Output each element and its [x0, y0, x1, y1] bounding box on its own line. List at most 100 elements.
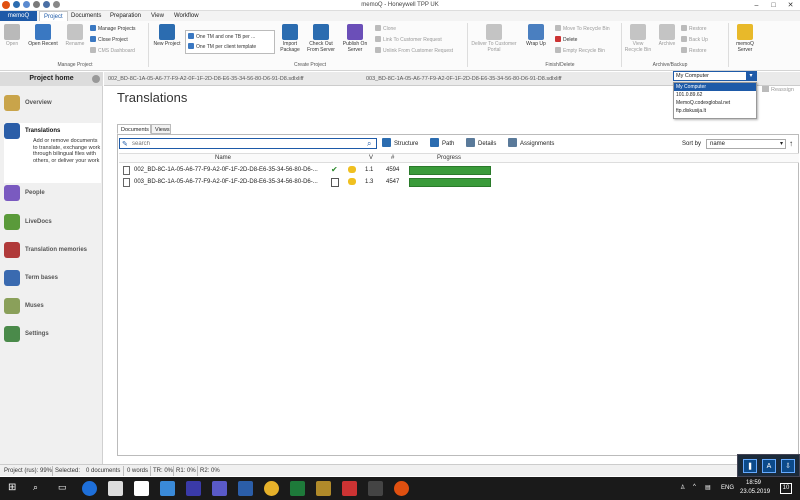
- wrap-up-button[interactable]: Wrap Up: [522, 24, 550, 47]
- search-icon[interactable]: ⌕: [367, 139, 371, 149]
- tab-memoq[interactable]: memoQ: [0, 11, 37, 21]
- unlink-customer-button[interactable]: Unlink From Customer Request: [375, 47, 453, 54]
- server-select[interactable]: My Computer ▾: [673, 71, 757, 81]
- details-button[interactable]: Details: [466, 138, 496, 149]
- path-button[interactable]: Path: [430, 138, 454, 149]
- template-one-tm-client[interactable]: One TM per client template: [188, 43, 256, 50]
- sort-direction-icon[interactable]: ↑: [789, 139, 793, 148]
- store-icon[interactable]: [108, 481, 123, 496]
- sidebar-item-livedocs[interactable]: LiveDocs: [4, 214, 101, 232]
- sidebar-item-overview[interactable]: Overview: [4, 95, 101, 113]
- view-recycle-button[interactable]: View Recycle Bin: [624, 24, 652, 53]
- input-language[interactable]: ENG: [721, 485, 734, 491]
- mail-icon[interactable]: [134, 481, 149, 496]
- delete-button[interactable]: Delete: [555, 36, 577, 43]
- minimize-button[interactable]: –: [748, 0, 765, 11]
- sidebar-item-muses[interactable]: Muses: [4, 298, 101, 316]
- table-row[interactable]: 002_BD-8C-1A-05-A6-77-F9-A2-0F-1F-2D-D8-…: [119, 165, 799, 177]
- app-icon[interactable]: [316, 481, 331, 496]
- task-view-icon[interactable]: ▭: [58, 482, 67, 493]
- sidebar-item-translations[interactable]: Translations Add or remove documents to …: [4, 123, 101, 183]
- link-customer-button[interactable]: Link To Customer Request: [375, 36, 442, 43]
- sidebar-item-translation-memories[interactable]: Translation memories: [4, 242, 101, 260]
- chrome-icon[interactable]: [264, 481, 279, 496]
- app-icon[interactable]: [186, 481, 201, 496]
- server-option[interactable]: ftp.diskusija.lt: [674, 107, 756, 115]
- sidebar-item-settings[interactable]: Settings: [4, 326, 101, 344]
- comment-icon[interactable]: [348, 166, 356, 173]
- app-icon[interactable]: [212, 481, 227, 496]
- server-option[interactable]: 101.0.89.62: [674, 91, 756, 99]
- open-button[interactable]: Open: [3, 24, 21, 47]
- tab-project[interactable]: Project: [39, 11, 68, 21]
- template-gallery[interactable]: One TM and one TB per ... One TM per cli…: [185, 30, 275, 54]
- tab-preparation[interactable]: Preparation: [106, 11, 145, 21]
- notification-icon[interactable]: 10: [780, 483, 792, 494]
- search-input[interactable]: [132, 140, 362, 148]
- col-progress[interactable]: Progress: [437, 155, 461, 161]
- manage-projects-button[interactable]: Manage Projects: [90, 25, 136, 32]
- template-one-tm-tb[interactable]: One TM and one TB per ...: [188, 33, 255, 40]
- import-package-button[interactable]: Import Package: [279, 24, 301, 53]
- sort-by-select[interactable]: name ▾: [706, 139, 786, 149]
- pin-icon[interactable]: [92, 75, 100, 83]
- tray-chevron-icon[interactable]: ^: [693, 484, 696, 490]
- info-icon[interactable]: ❚: [743, 459, 757, 473]
- server-option[interactable]: My Computer: [674, 83, 756, 91]
- app-icon[interactable]: [368, 481, 383, 496]
- acrobat-icon[interactable]: [342, 481, 357, 496]
- tab-views[interactable]: Views: [151, 124, 171, 134]
- translations-icon: [4, 123, 20, 139]
- clone-button[interactable]: Clone: [375, 25, 396, 32]
- word-icon[interactable]: [238, 481, 253, 496]
- col-name[interactable]: Name: [215, 155, 231, 161]
- publish-button[interactable]: Publish On Server: [340, 24, 370, 53]
- backup-button[interactable]: Back Up: [681, 36, 708, 43]
- archive-button[interactable]: Archive: [655, 24, 679, 47]
- tab-documents-list[interactable]: Documents: [117, 124, 151, 134]
- maximize-button[interactable]: □: [765, 0, 782, 11]
- clock-date[interactable]: 23.05.2019: [740, 489, 770, 495]
- reassign-button[interactable]: Reassign: [762, 86, 794, 93]
- cms-dashboard-button[interactable]: CMS Dashboard: [90, 47, 135, 54]
- windows-start-icon[interactable]: ⊞: [8, 482, 16, 493]
- close-project-button[interactable]: Close Project: [90, 36, 128, 43]
- restore-backup-button[interactable]: Restore: [681, 47, 707, 54]
- tab-workflow[interactable]: Workflow: [170, 11, 203, 21]
- excel-icon[interactable]: [290, 481, 305, 496]
- col-number[interactable]: #: [391, 155, 394, 161]
- tab-documents[interactable]: Documents: [67, 11, 105, 21]
- download-icon[interactable]: ⇩: [781, 459, 795, 473]
- clock-time[interactable]: 18:59: [746, 480, 761, 486]
- edge-icon[interactable]: [82, 481, 97, 496]
- network-icon[interactable]: ▤: [705, 484, 711, 491]
- memoq-taskbar-icon[interactable]: [394, 481, 409, 496]
- doc-tab-002[interactable]: 002_BD-8C-1A-05-A6-77-F9-A2-0F-1F-2D-D8-…: [104, 74, 308, 85]
- doc-tab-003[interactable]: 003_BD-8C-1A-05-A6-77-F9-A2-0F-1F-2D-D8-…: [362, 74, 566, 85]
- outlook-icon[interactable]: [160, 481, 175, 496]
- open-recent-button[interactable]: Open Recent: [24, 24, 62, 47]
- check-out-button[interactable]: Check Out From Server: [304, 24, 338, 53]
- tab-view[interactable]: View: [147, 11, 168, 21]
- rename-button[interactable]: Rename: [63, 24, 87, 47]
- empty-recycle-button[interactable]: Empty Recycle Bin: [555, 47, 605, 54]
- search-icon[interactable]: ⌕: [33, 482, 38, 493]
- col-v[interactable]: V: [369, 155, 373, 161]
- restore-button[interactable]: Restore: [681, 25, 707, 32]
- ribbon-tabs: memoQ Project Documents Preparation View…: [0, 11, 800, 21]
- comment-icon[interactable]: [348, 178, 356, 185]
- sidebar-item-people[interactable]: People: [4, 185, 101, 203]
- move-recycle-button[interactable]: Move To Recycle Bin: [555, 25, 610, 32]
- translate-icon[interactable]: A: [762, 459, 776, 473]
- server-option[interactable]: MemoQ.codexglobal.net: [674, 99, 756, 107]
- table-row[interactable]: 003_BD-8C-1A-05-A6-77-F9-A2-0F-1F-2D-D8-…: [119, 177, 799, 189]
- structure-button[interactable]: Structure: [382, 138, 418, 149]
- new-project-button[interactable]: New Project: [151, 24, 183, 47]
- deliver-button[interactable]: Deliver To Customer Portal: [471, 24, 517, 53]
- people-tray-icon[interactable]: ♙: [680, 484, 685, 491]
- chevron-down-icon[interactable]: ▾: [746, 72, 756, 80]
- sidebar-item-term-bases[interactable]: Term bases: [4, 270, 101, 288]
- assignments-button[interactable]: Assignments: [508, 138, 554, 149]
- memoq-server-button[interactable]: memoQ Server: [732, 24, 758, 53]
- close-button[interactable]: ✕: [782, 0, 799, 11]
